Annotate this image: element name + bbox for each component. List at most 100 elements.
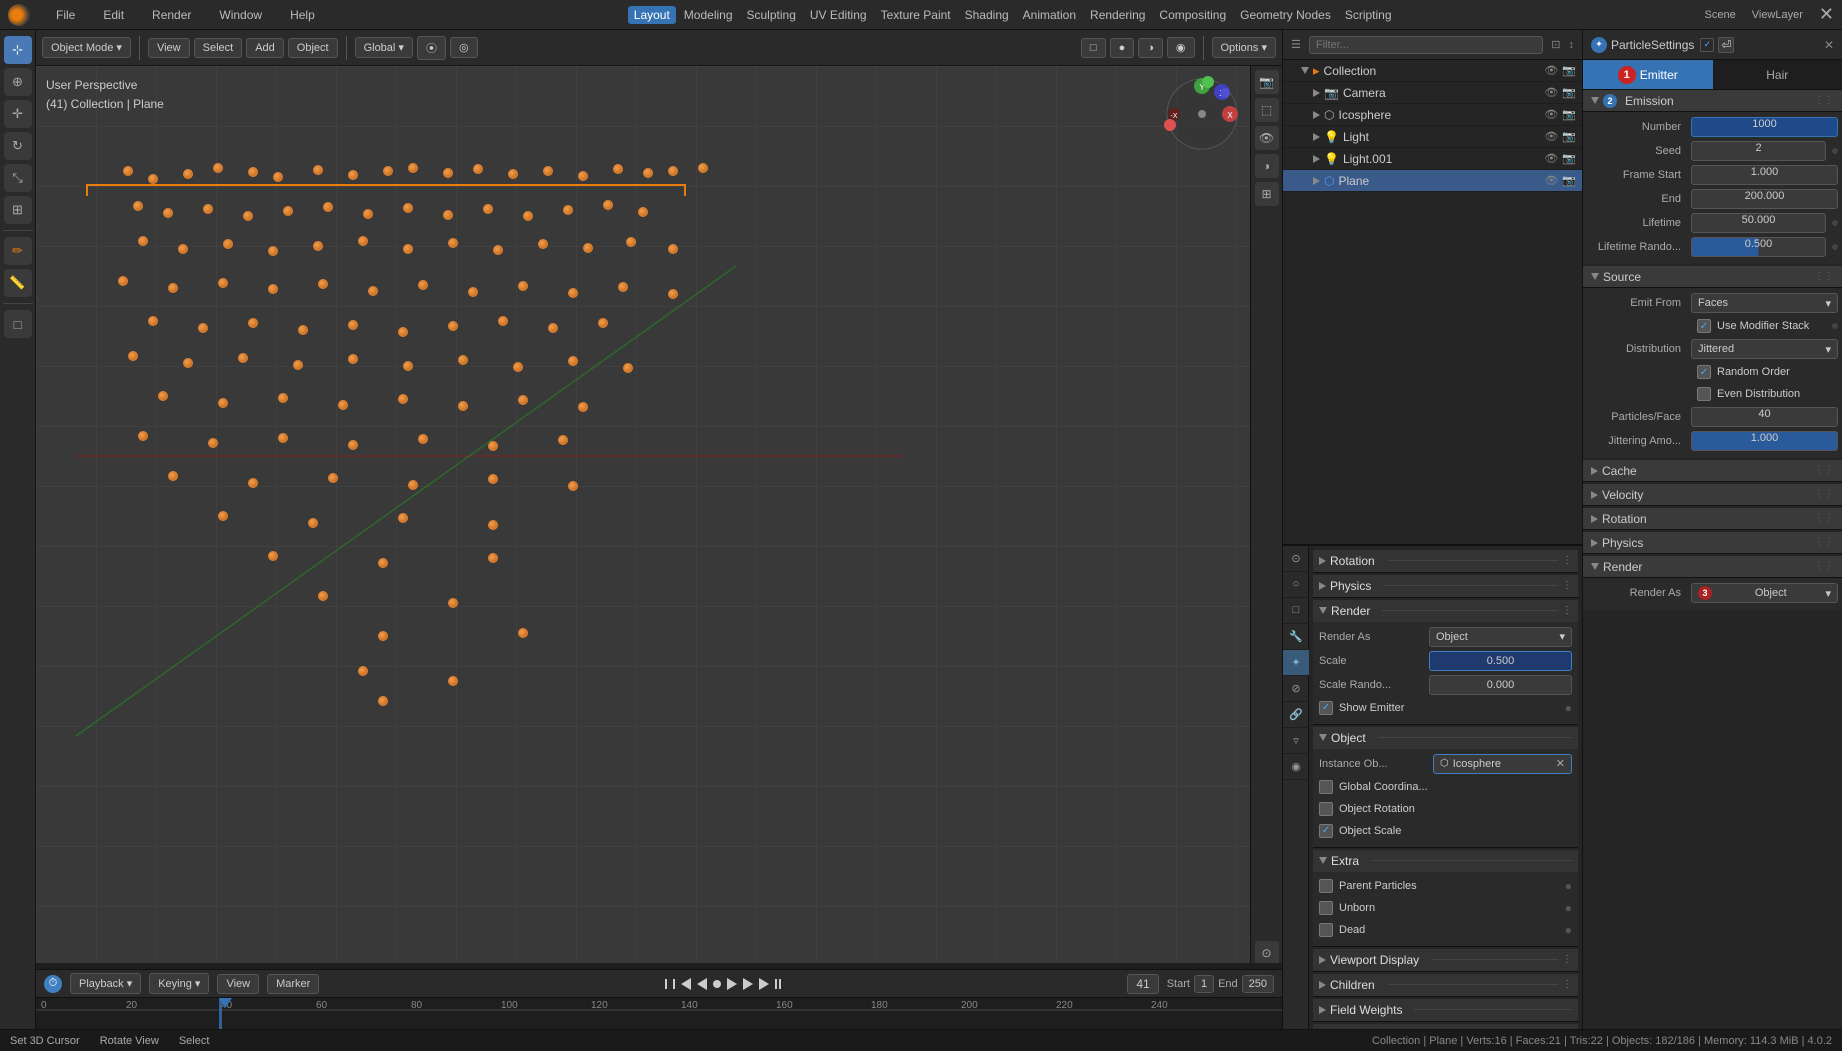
- children-section-header[interactable]: Children ⋮: [1313, 974, 1578, 996]
- frame-start-input[interactable]: 1.000: [1691, 165, 1838, 185]
- particles-face-input[interactable]: 40: [1691, 407, 1838, 427]
- parent-particles-cb[interactable]: [1319, 879, 1333, 893]
- object-rotation-cb[interactable]: [1319, 802, 1333, 816]
- section-menu[interactable]: ⋮⋮: [1814, 95, 1834, 106]
- render-icon[interactable]: 📷: [1562, 108, 1576, 121]
- add-cube-tool[interactable]: □: [4, 310, 32, 338]
- extra-section-header[interactable]: Extra: [1313, 850, 1578, 872]
- workspace-sculpting[interactable]: Sculpting: [741, 6, 802, 24]
- render-preview-tool[interactable]: ◑: [1255, 154, 1279, 178]
- section-menu[interactable]: ⋮⋮: [1814, 465, 1834, 476]
- navigation-gizmo[interactable]: X -X Y Z: [1162, 74, 1242, 154]
- outliner-item-collection[interactable]: ▸ Collection 👁 📷: [1283, 60, 1582, 82]
- workspace-layout[interactable]: Layout: [628, 6, 676, 24]
- rotation-header[interactable]: Rotation ⋮⋮: [1583, 508, 1842, 530]
- outliner-item-icosphere[interactable]: ⬡ Icosphere 👁 📷: [1283, 104, 1582, 126]
- step-fwd-btn[interactable]: [727, 978, 737, 990]
- menu-window[interactable]: Window: [213, 6, 268, 24]
- section-options[interactable]: ⋮: [1562, 580, 1572, 591]
- clear-icon[interactable]: ✕: [1556, 757, 1565, 770]
- camera-view-tool[interactable]: 📷: [1255, 70, 1279, 94]
- outliner-item-light001[interactable]: 💡 Light.001 👁 📷: [1283, 148, 1582, 170]
- section-menu[interactable]: ⋮⋮: [1814, 561, 1834, 572]
- eye-icon[interactable]: 👁: [1544, 108, 1558, 121]
- annotate-tool[interactable]: ✏: [4, 237, 32, 265]
- 3d-viewport[interactable]: User Perspective (41) Collection | Plane…: [36, 66, 1282, 969]
- scale-tool[interactable]: ⤡: [4, 164, 32, 192]
- jump-end-btn[interactable]: [759, 978, 769, 990]
- transform-tool[interactable]: ⊞: [4, 196, 32, 224]
- workspace-animation[interactable]: Animation: [1017, 6, 1082, 24]
- props-tab-physics[interactable]: ⊘: [1283, 676, 1309, 702]
- workspace-geometry-nodes[interactable]: Geometry Nodes: [1234, 6, 1337, 24]
- jump-start-btn[interactable]: [665, 979, 675, 989]
- outliner-item-light[interactable]: 💡 Light 👁 📷: [1283, 126, 1582, 148]
- workspace-shading[interactable]: Shading: [959, 6, 1015, 24]
- instance-obj-input[interactable]: ⬡ Icosphere ✕: [1433, 754, 1572, 774]
- eye-icon[interactable]: 👁: [1544, 152, 1558, 165]
- menu-help[interactable]: Help: [284, 6, 321, 24]
- eye-icon[interactable]: 👁: [1544, 86, 1558, 99]
- even-dist-cb[interactable]: [1697, 387, 1711, 401]
- menu-file[interactable]: File: [50, 6, 81, 24]
- render-as-dropdown-p[interactable]: 3 Object ▾: [1691, 583, 1838, 603]
- props-tab-world[interactable]: ○: [1283, 572, 1309, 598]
- viewport-shading-rendered[interactable]: ◉: [1167, 37, 1195, 58]
- section-menu[interactable]: ⋮⋮: [1814, 489, 1834, 500]
- outliner-item-camera[interactable]: 📷 Camera 👁 📷: [1283, 82, 1582, 104]
- render-icon[interactable]: 📷: [1562, 130, 1576, 143]
- outliner-filter-icon[interactable]: ⊡: [1551, 38, 1560, 51]
- outliner-item-plane[interactable]: ⬡ Plane 👁 📷: [1283, 170, 1582, 192]
- emitter-tab[interactable]: 1 Emitter: [1583, 60, 1713, 89]
- cursor-tool[interactable]: ⊕: [4, 68, 32, 96]
- source-header[interactable]: Source ⋮⋮: [1583, 266, 1842, 288]
- physics-section-header[interactable]: Physics ⋮: [1313, 575, 1578, 597]
- workspace-compositing[interactable]: Compositing: [1153, 6, 1232, 24]
- playback-menu[interactable]: Playback ▾: [70, 973, 141, 994]
- physics-header[interactable]: Physics ⋮⋮: [1583, 532, 1842, 554]
- keying-menu[interactable]: Keying ▾: [149, 973, 209, 994]
- view-menu[interactable]: View: [148, 38, 190, 58]
- section-menu[interactable]: ⋮⋮: [1814, 513, 1834, 524]
- current-frame-display[interactable]: 41: [1127, 974, 1158, 994]
- modifier-stack-cb[interactable]: [1697, 319, 1711, 333]
- show-emitter-checkbox[interactable]: [1319, 701, 1333, 715]
- cache-header[interactable]: Cache ⋮⋮: [1583, 460, 1842, 482]
- dead-cb[interactable]: [1319, 923, 1333, 937]
- object-section-header[interactable]: Object: [1313, 727, 1578, 749]
- scale-random-input[interactable]: 0.000: [1429, 675, 1572, 695]
- eye-icon[interactable]: 👁: [1544, 174, 1558, 187]
- show-hide-tool[interactable]: 👁: [1255, 126, 1279, 150]
- number-input[interactable]: 1000: [1691, 117, 1838, 137]
- workspace-texture-paint[interactable]: Texture Paint: [875, 6, 957, 24]
- hair-tab[interactable]: Hair: [1713, 60, 1842, 89]
- viewport-shading-solid[interactable]: ●: [1110, 38, 1135, 58]
- eye-icon[interactable]: 👁: [1544, 64, 1558, 77]
- workspace-uv-editing[interactable]: UV Editing: [804, 6, 873, 24]
- props-tab-particles[interactable]: ✦: [1283, 650, 1309, 676]
- section-menu[interactable]: ⋮⋮: [1814, 271, 1834, 282]
- outliner-sort-icon[interactable]: ↕: [1569, 39, 1575, 51]
- render-section-header[interactable]: Render ⋮: [1313, 600, 1578, 622]
- render-icon[interactable]: 📷: [1562, 174, 1576, 187]
- section-options[interactable]: ⋮: [1562, 555, 1572, 566]
- menu-render[interactable]: Render: [146, 6, 197, 24]
- marker-menu[interactable]: Marker: [267, 974, 319, 994]
- render-header-particle[interactable]: Render ⋮⋮: [1583, 556, 1842, 578]
- start-frame-input[interactable]: 1: [1194, 975, 1214, 993]
- snap-toggle[interactable]: ⦿: [417, 36, 446, 60]
- timeline-track[interactable]: 0 20 40 60 80 100 120 140 160 180 200 22…: [36, 998, 1282, 1029]
- render-as-dropdown[interactable]: Object▾: [1429, 627, 1572, 647]
- select-tool[interactable]: ⊹: [4, 36, 32, 64]
- field-weights-header[interactable]: Field Weights: [1313, 999, 1578, 1021]
- props-tab-constraints[interactable]: 🔗: [1283, 702, 1309, 728]
- render-icon[interactable]: 📷: [1562, 152, 1576, 165]
- props-tab-object[interactable]: □: [1283, 598, 1309, 624]
- render-icon[interactable]: 📷: [1562, 64, 1576, 77]
- particle-active-cb[interactable]: ✓: [1700, 38, 1714, 52]
- global-coords-cb[interactable]: [1319, 780, 1333, 794]
- render-icon[interactable]: 📷: [1562, 86, 1576, 99]
- prev-keyframe-btn[interactable]: [681, 978, 691, 990]
- workspace-scripting[interactable]: Scripting: [1339, 6, 1398, 24]
- emit-from-dropdown[interactable]: Faces ▾: [1691, 293, 1838, 313]
